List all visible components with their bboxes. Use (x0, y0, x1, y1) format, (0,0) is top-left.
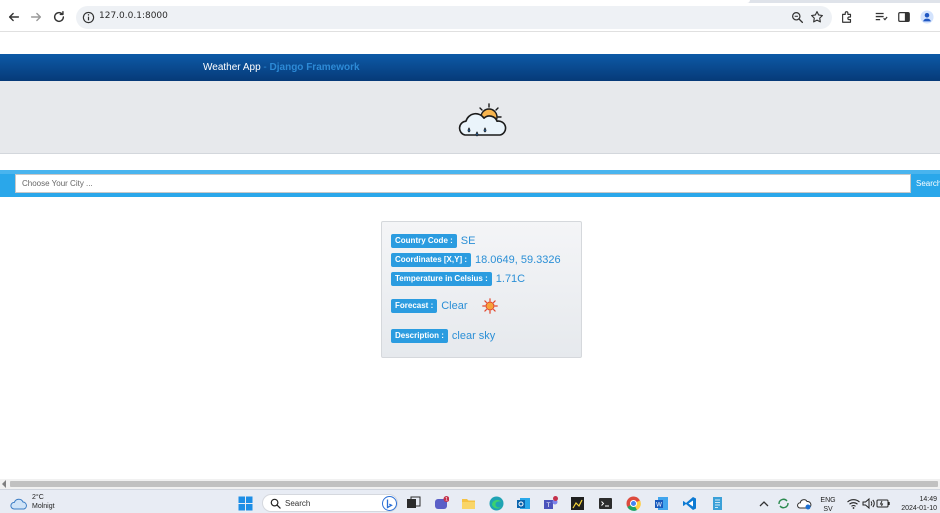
chevron-up-icon[interactable] (758, 498, 770, 510)
cloud-icon (10, 498, 27, 510)
temperature-label: Temperature in Celsius : (391, 272, 492, 286)
site-info-icon[interactable] (82, 11, 95, 24)
word-icon[interactable]: W (654, 496, 669, 511)
bing-icon[interactable] (382, 496, 397, 511)
country-code-value: SE (460, 235, 476, 247)
reload-icon[interactable] (50, 8, 68, 26)
address-bar[interactable]: 127.0.0.1:8000 (76, 6, 832, 29)
weather-result-card: Country Code : SE Coordinates [X,Y] : 18… (381, 221, 582, 358)
weather-widget[interactable]: 2°C Molnigt (10, 493, 55, 513)
teams-chat-icon[interactable]: 1 (434, 496, 449, 511)
zoom-icon[interactable] (791, 11, 804, 24)
bookmark-star-icon[interactable] (810, 10, 824, 24)
chrome-icon[interactable] (626, 496, 641, 511)
onedrive-icon[interactable] (797, 496, 812, 511)
teams-icon[interactable]: T (543, 496, 558, 511)
coordinates-value: 18.0649, 59.3326 (475, 254, 561, 266)
scroll-left-arrow-icon[interactable] (2, 480, 6, 488)
svg-text:T: T (546, 502, 551, 509)
back-icon[interactable] (5, 8, 23, 26)
hero-banner (0, 81, 940, 154)
wifi-icon[interactable] (846, 496, 861, 511)
volume-icon[interactable] (861, 496, 876, 511)
reading-list-icon[interactable] (872, 8, 890, 26)
battery-icon[interactable] (876, 496, 891, 511)
terminal-icon[interactable] (598, 496, 613, 511)
file-explorer-icon[interactable] (461, 496, 476, 511)
profile-icon[interactable] (918, 8, 936, 26)
temperature-row: Temperature in Celsius : 1.71C (391, 272, 525, 286)
svg-text:W: W (656, 502, 662, 509)
forecast-label: Forecast : (391, 299, 438, 313)
description-value: clear sky (451, 330, 496, 342)
horizontal-scrollbar[interactable] (0, 479, 940, 489)
app-name: Weather App (203, 62, 261, 73)
scrollbar-thumb[interactable] (10, 481, 938, 487)
taskbar: 2°C Molnigt Search 1 T W ENG SV 14:49 20… (0, 489, 940, 513)
side-panel-icon[interactable] (895, 8, 913, 26)
taskbar-search[interactable]: Search (262, 494, 398, 512)
url-text[interactable]: 127.0.0.1:8000 (99, 11, 168, 21)
browser-toolbar: 127.0.0.1:8000 (0, 3, 940, 32)
clock-time: 14:49 (919, 496, 937, 503)
clock-date: 2024-01-10 (901, 505, 937, 512)
search-button[interactable]: Search (912, 174, 940, 193)
coordinates-label: Coordinates [X,Y] : (391, 253, 472, 267)
temperature-value: 1.71C (495, 273, 526, 285)
language-indicator[interactable]: ENG SV (818, 496, 838, 513)
start-windows-icon[interactable] (238, 496, 253, 511)
country-code-label: Country Code : (391, 234, 457, 248)
task-view-icon[interactable] (406, 496, 421, 511)
sun-icon (481, 298, 498, 314)
app-navbar: Weather App - Django Framework (0, 54, 940, 81)
weather-widget-condition: Molnigt (32, 503, 55, 510)
clock[interactable]: 14:49 2024-01-10 (893, 495, 937, 513)
outlook-icon[interactable] (516, 496, 531, 511)
city-search-input[interactable] (15, 174, 911, 193)
city-search-bar: Search (0, 170, 940, 197)
keyboard-layout: SV (823, 506, 833, 513)
taskbar-search-label: Search (285, 499, 311, 508)
forward-icon[interactable] (27, 8, 45, 26)
forecast-row: Forecast : Clear (391, 298, 498, 314)
description-row: Description : clear sky (391, 329, 495, 343)
framework-name: Django Framework (269, 62, 360, 73)
language-code: ENG (820, 497, 836, 504)
weather-widget-temp: 2°C (32, 494, 44, 501)
coordinates-row: Coordinates [X,Y] : 18.0649, 59.3326 (391, 253, 561, 267)
vscode-icon[interactable] (682, 496, 697, 511)
search-icon (270, 498, 281, 509)
svg-text:1: 1 (445, 497, 448, 503)
sync-icon[interactable] (776, 496, 791, 511)
navbar-brand[interactable]: Weather App - Django Framework (203, 62, 360, 73)
country-code-row: Country Code : SE (391, 234, 475, 248)
sticky-notes-icon[interactable] (570, 496, 585, 511)
description-label: Description : (391, 329, 448, 343)
notepad-icon[interactable] (710, 496, 725, 511)
edge-icon[interactable] (489, 496, 504, 511)
brand-separator: - (260, 62, 270, 73)
weather-logo-icon (458, 103, 507, 137)
extensions-icon[interactable] (838, 8, 856, 26)
forecast-value: Clear (441, 300, 468, 312)
